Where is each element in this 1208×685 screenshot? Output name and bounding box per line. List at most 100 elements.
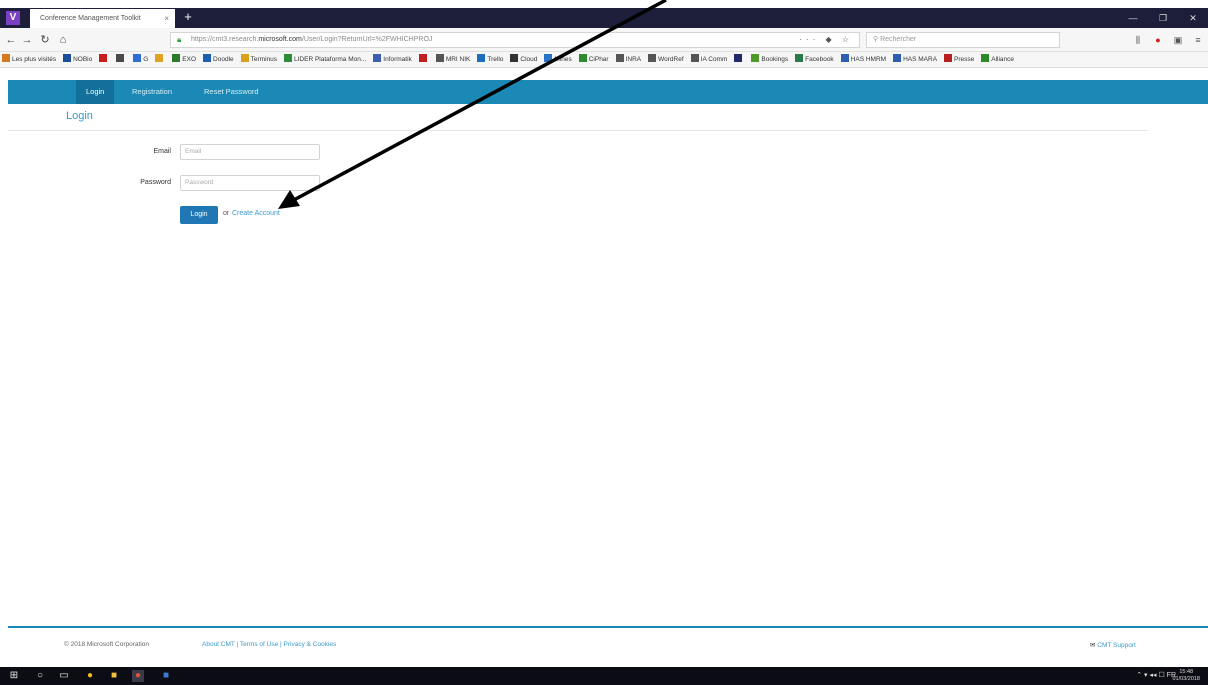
bookmark-item[interactable]: NOBio — [63, 52, 93, 67]
footer-divider — [8, 626, 1208, 628]
windows-start-icon[interactable]: ⊞ — [8, 670, 20, 682]
library-icon[interactable]: ⫼ — [1132, 34, 1144, 46]
bookmark-item[interactable]: G — [133, 52, 149, 67]
menu-icon[interactable]: ≡ — [1192, 34, 1204, 46]
bookmark-icon — [893, 54, 902, 62]
footer-links[interactable]: About CMT | Terms of Use | Privacy & Coo… — [202, 641, 336, 648]
bookmark-item[interactable]: LIDER Plataforma Mon... — [284, 52, 366, 67]
browser-search-input[interactable]: ⚲ Rechercher — [866, 32, 1060, 48]
bookmark-label: EXO — [182, 56, 197, 63]
minimize-icon[interactable]: — — [1118, 8, 1148, 28]
bookmark-label: HAS HMRM — [850, 56, 887, 63]
bookmark-label: INRA — [625, 56, 642, 63]
bookmark-icon — [795, 54, 804, 62]
bookmark-item[interactable]: Terminus — [240, 52, 278, 67]
bookmark-item[interactable]: MRI NIK — [435, 52, 470, 67]
close-window-icon[interactable]: ✕ — [1178, 8, 1208, 28]
password-field[interactable]: Password — [180, 175, 320, 191]
bookmark-item[interactable]: HAS HMRM — [840, 52, 887, 67]
address-bar[interactable]: 🔒︎ https://cmt3.research.microsoft.com/U… — [170, 32, 860, 48]
back-icon[interactable]: ← — [4, 33, 18, 47]
bookmark-label: NOBio — [73, 56, 93, 63]
home-icon[interactable]: ⌂ — [56, 33, 70, 47]
bookmark-item[interactable]: Doodle — [203, 52, 234, 67]
bookmark-icon — [435, 54, 444, 62]
bookmark-icon — [648, 54, 657, 62]
bookmark-label: G — [143, 56, 149, 63]
url-domain: microsoft.com — [258, 36, 302, 43]
bookmark-item[interactable]: EXO — [172, 52, 197, 67]
site-nav: Login Registration Reset Password — [8, 80, 1208, 104]
bookmark-icon — [2, 54, 10, 62]
address-actions-icon[interactable]: ··· ◆ ☆ — [799, 33, 853, 47]
bookmark-item[interactable]: Les plus visités — [2, 52, 57, 67]
search-icon[interactable]: ○ — [34, 670, 46, 682]
new-tab-button[interactable]: + — [180, 9, 196, 25]
chrome-icon[interactable]: ● — [84, 670, 96, 682]
bookmark-item[interactable] — [116, 52, 126, 67]
folder-icon[interactable]: ■ — [108, 670, 120, 682]
browser-toolbar: ⫼ ● ▣ ≡ — [1132, 34, 1204, 46]
bookmark-item[interactable]: CiPhar — [578, 52, 609, 67]
bookmark-label: Presse — [954, 56, 975, 63]
bookmark-icon — [734, 54, 743, 62]
firefox-icon[interactable]: ● — [132, 670, 144, 682]
adblock-icon[interactable]: ● — [1152, 34, 1164, 46]
bookmark-item[interactable]: WordRef — [648, 52, 684, 67]
forward-icon[interactable]: → — [20, 33, 34, 47]
bookmark-label: CiPhar — [588, 56, 609, 63]
tab-close-icon[interactable]: × — [164, 9, 169, 28]
bookmark-icon — [240, 54, 249, 62]
bookmark-item[interactable]: INRA — [615, 52, 642, 67]
task-view-icon[interactable]: ▭ — [58, 670, 70, 682]
bookmark-icon — [284, 54, 293, 62]
browser-tab[interactable]: Conference Management Toolkit × — [30, 9, 175, 28]
bookmark-item[interactable]: HAS MARA — [893, 52, 937, 67]
bookmark-item[interactable]: Facebook — [795, 52, 834, 67]
email-field[interactable]: Email — [180, 144, 320, 160]
app-logo-icon: V — [6, 11, 20, 25]
bookmark-icon — [510, 54, 519, 62]
sidebar-icon[interactable]: ▣ — [1172, 34, 1184, 46]
bookmark-item[interactable] — [418, 52, 429, 67]
bookmark-item[interactable]: Alliance — [981, 52, 1014, 67]
bookmark-label: IA Comm — [700, 56, 728, 63]
support-link[interactable]: ✉ CMT Support — [1090, 641, 1136, 649]
arrow-head — [278, 190, 300, 209]
bookmark-icon — [615, 54, 624, 62]
tab-reset-password[interactable]: Reset Password — [194, 80, 269, 104]
tab-title: Conference Management Toolkit — [40, 15, 141, 22]
tab-login[interactable]: Login — [76, 80, 115, 104]
outlook-icon[interactable]: ■ — [160, 670, 172, 682]
bookmark-icon — [155, 54, 164, 62]
bookmark-item[interactable]: Mines — [544, 52, 572, 67]
bookmark-item[interactable]: Informatik — [373, 52, 412, 67]
tab-registration[interactable]: Registration — [122, 80, 182, 104]
bookmark-item[interactable]: IA Comm — [690, 52, 728, 67]
or-text: or — [223, 210, 230, 217]
bookmark-label: Cloud — [520, 56, 538, 63]
bookmark-item[interactable] — [734, 52, 744, 67]
bookmark-icon — [840, 54, 849, 62]
taskbar: ⊞ ○ ▭ ● ■ ● ■ ⌃ ▾ ◂◂ ☐ FR 15:48 01/03/20… — [0, 667, 1208, 685]
bookmark-item[interactable] — [155, 52, 165, 67]
browser-titlebar: V Conference Management Toolkit × + — ❐ … — [0, 8, 1208, 28]
bookmark-item[interactable]: Bookings — [751, 52, 788, 67]
system-tray[interactable]: ⌃ ▾ ◂◂ ☐ FR — [1136, 669, 1176, 683]
bookmark-item[interactable]: Trello — [477, 52, 504, 67]
lock-icon: 🔒︎ — [177, 35, 182, 44]
bookmark-label: Informatik — [383, 56, 412, 63]
bookmark-label: Trello — [487, 56, 504, 63]
clock[interactable]: 15:48 01/03/2018 — [1172, 669, 1200, 683]
bookmark-label: Les plus visités — [12, 56, 57, 63]
browser-navbar: ← → ↻ ⌂ 🔒︎ https://cmt3.research.microso… — [0, 28, 1208, 52]
reload-icon[interactable]: ↻ — [38, 33, 52, 47]
bookmark-item[interactable]: Presse — [944, 52, 975, 67]
bookmark-item[interactable]: Cloud — [510, 52, 538, 67]
bookmark-label: Terminus — [250, 56, 278, 63]
maximize-icon[interactable]: ❐ — [1148, 8, 1178, 28]
bookmark-icon — [690, 54, 699, 62]
create-account-link[interactable]: Create Account — [232, 210, 280, 217]
bookmark-item[interactable] — [99, 52, 109, 67]
login-button[interactable]: Login — [180, 206, 218, 224]
